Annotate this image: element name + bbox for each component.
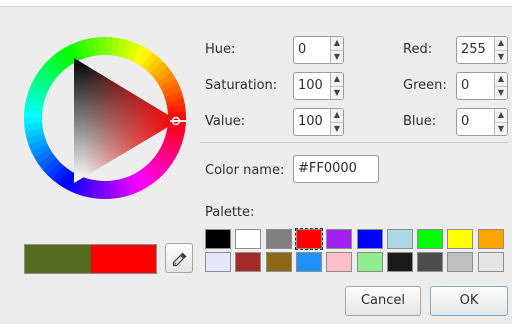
palette-swatch[interactable]: [356, 229, 383, 249]
hue-label: Hue:: [205, 42, 236, 57]
palette-label: Palette:: [205, 205, 255, 220]
hue-spinbutton[interactable]: 0 ▲ ▼: [293, 36, 344, 64]
red-label: Red:: [403, 42, 433, 57]
color-wheel[interactable]: [24, 37, 186, 199]
saturation-value[interactable]: 100: [294, 73, 330, 99]
cancel-button[interactable]: Cancel: [345, 286, 421, 316]
palette-swatch[interactable]: [205, 252, 231, 272]
palette-swatch[interactable]: [265, 229, 292, 249]
blue-up-icon[interactable]: ▲: [495, 109, 507, 122]
blue-down-icon[interactable]: ▼: [495, 121, 507, 136]
color-name-input[interactable]: #FF0000: [293, 155, 379, 183]
palette-swatch[interactable]: [447, 229, 474, 249]
palette-swatch[interactable]: [386, 252, 413, 272]
palette-swatch[interactable]: [417, 229, 444, 249]
palette-swatch[interactable]: [477, 229, 504, 249]
blue-value[interactable]: 0: [457, 109, 494, 135]
palette-swatch[interactable]: [235, 252, 262, 272]
green-value[interactable]: 0: [457, 73, 494, 99]
window-top-edge: [0, 0, 512, 7]
palette-swatch[interactable]: [386, 229, 413, 249]
red-down-icon[interactable]: ▼: [495, 49, 507, 64]
palette-swatch[interactable]: [326, 252, 353, 272]
separator: [200, 142, 508, 143]
green-up-icon[interactable]: ▲: [495, 73, 507, 86]
color-name-label: Color name:: [205, 163, 285, 178]
value-down-icon[interactable]: ▼: [331, 121, 343, 136]
saturation-label: Saturation:: [205, 78, 278, 93]
green-down-icon[interactable]: ▼: [495, 85, 507, 100]
hue-value[interactable]: 0: [294, 37, 330, 63]
palette-swatch[interactable]: [265, 252, 292, 272]
palette-swatch[interactable]: [477, 252, 504, 272]
color-picker-button[interactable]: [165, 243, 193, 273]
color-preview: [24, 244, 157, 274]
green-spinbutton[interactable]: 0 ▲ ▼: [456, 72, 508, 100]
green-label: Green:: [403, 78, 447, 93]
red-value[interactable]: 255: [457, 37, 494, 63]
value-spinbutton[interactable]: 100 ▲ ▼: [293, 108, 344, 136]
eyedropper-icon: [172, 252, 187, 267]
value-value[interactable]: 100: [294, 109, 330, 135]
palette-swatch[interactable]: [417, 252, 444, 272]
saturation-down-icon[interactable]: ▼: [331, 85, 343, 100]
palette-swatch[interactable]: [235, 229, 262, 249]
value-up-icon[interactable]: ▲: [331, 109, 343, 122]
palette-swatch[interactable]: [295, 252, 322, 272]
current-color-swatch: [90, 245, 156, 273]
ok-button[interactable]: OK: [430, 286, 508, 316]
red-spinbutton[interactable]: 255 ▲ ▼: [456, 36, 508, 64]
value-label: Value:: [205, 114, 246, 129]
palette-swatch[interactable]: [447, 252, 474, 272]
red-up-icon[interactable]: ▲: [495, 37, 507, 50]
palette-swatch[interactable]: [205, 229, 231, 249]
hue-down-icon[interactable]: ▼: [331, 49, 343, 64]
palette-swatch[interactable]: [326, 229, 353, 249]
saturation-spinbutton[interactable]: 100 ▲ ▼: [293, 72, 344, 100]
hue-up-icon[interactable]: ▲: [331, 37, 343, 50]
palette-swatch[interactable]: [356, 252, 383, 272]
palette-swatch[interactable]: [294, 228, 323, 250]
blue-label: Blue:: [403, 114, 437, 129]
saturation-up-icon[interactable]: ▲: [331, 73, 343, 86]
blue-spinbutton[interactable]: 0 ▲ ▼: [456, 108, 508, 136]
previous-color-swatch: [25, 245, 91, 273]
